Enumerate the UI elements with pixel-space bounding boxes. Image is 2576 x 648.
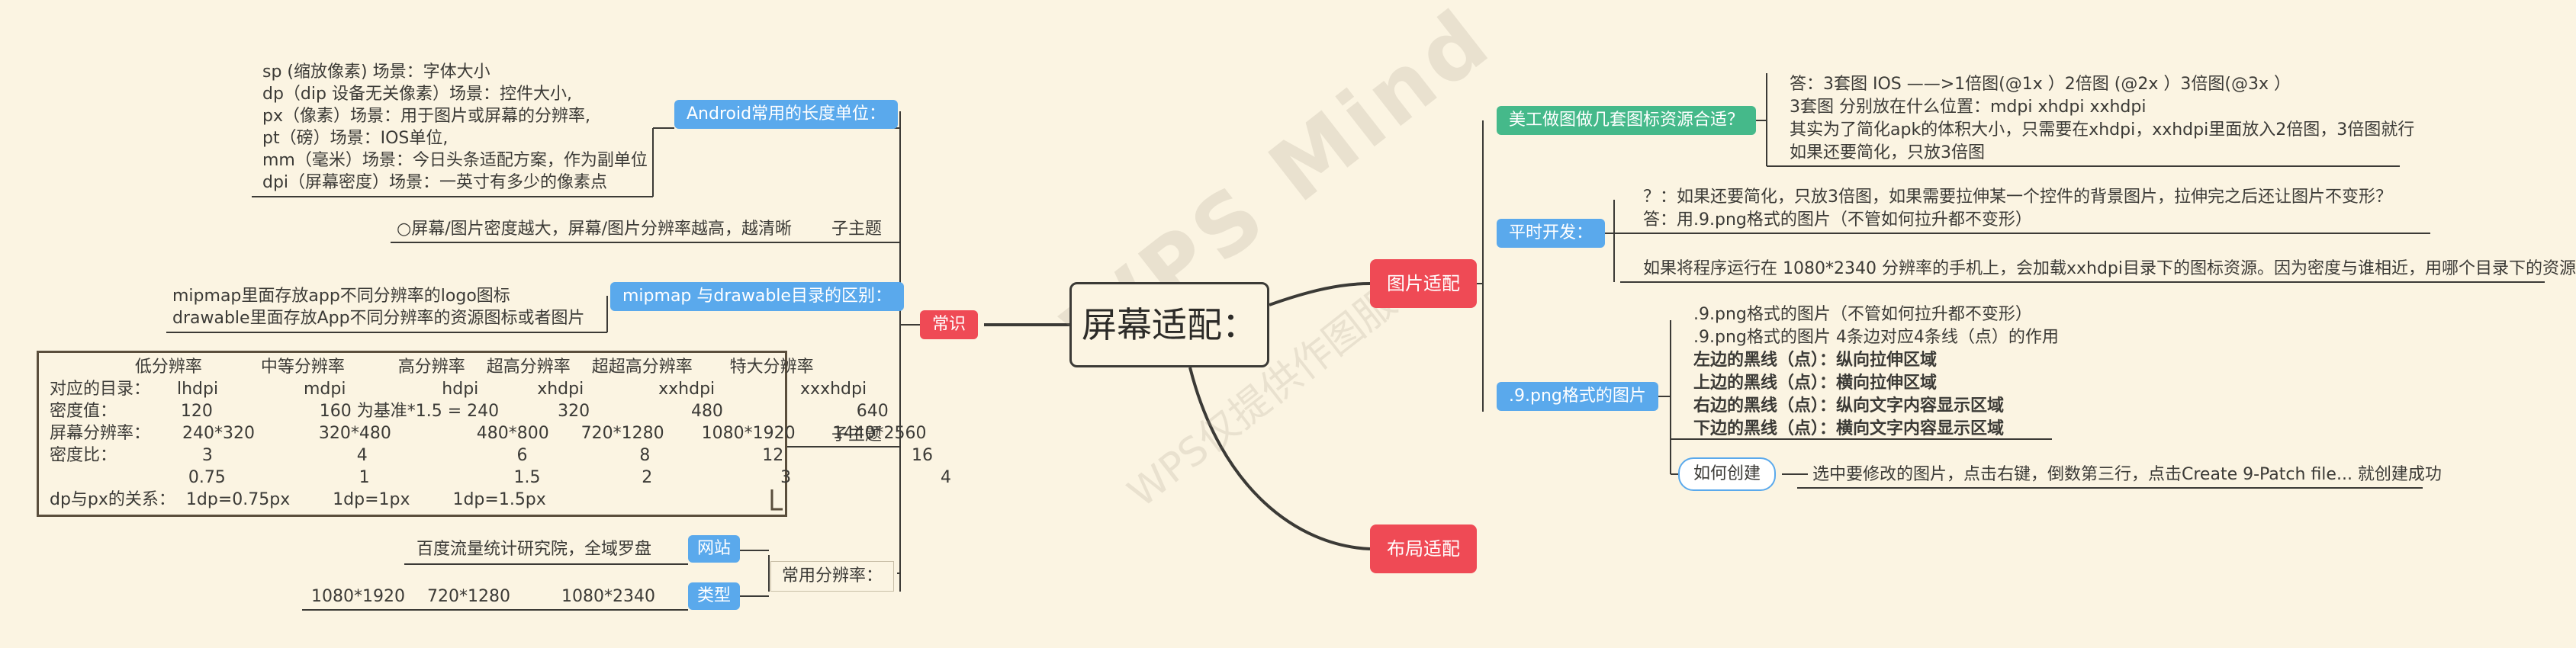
mipmap-line: mipmap里面存放app不同分辨率的logo图标	[172, 287, 510, 306]
length-unit-line: dpi（屏幕密度）场景：一英寸有多少的像素点	[262, 173, 608, 192]
topic-ninepatch[interactable]: .9.png格式的图片	[1497, 382, 1658, 411]
central-topic[interactable]: 屏幕适配：	[1069, 282, 1269, 367]
length-unit-line: pt（磅）场景：IOS单位,	[262, 129, 449, 148]
length-unit-line: mm（毫米）场景：今日头条适配方案，作为副单位	[262, 151, 648, 170]
subtopic-label[interactable]: 子主题	[831, 424, 882, 446]
website-value: 百度流量统计研究院，全域罗盘	[416, 540, 652, 559]
ninepatch-line: .9.png格式的图片 4条边对应4条线（点）的作用	[1693, 328, 2059, 347]
branch-changshi[interactable]: 常识	[920, 310, 979, 339]
branch-buju[interactable]: 布局适配	[1370, 524, 1477, 573]
table-row: 低分辨率 中等分辨率 高分辨率 超高分辨率 超超高分辨率 特大分辨率	[50, 358, 814, 377]
topic-mipmap[interactable]: mipmap 与drawable目录的区别：	[610, 282, 904, 311]
daily-dev-line: ？：如果还要简化，只放3倍图，如果需要拉伸某一个控件的背景图片，拉伸完之后还让图…	[1643, 188, 2393, 207]
table-row: 密度比： 3 4 6 8 12 16	[50, 446, 934, 465]
type-value: 720*1280	[427, 587, 510, 606]
topic-how-to-create[interactable]: 如何创建	[1678, 457, 1777, 491]
how-to-create-text: 选中要修改的图片，点击右键，倒数第三行，点击Create 9-Patch fil…	[1812, 465, 2442, 484]
length-unit-line: dp（dip 设备无关像素）场景：控件大小,	[262, 85, 572, 104]
table-row: 对应的目录： lhdpi mdpi hdpi xhdpi xxhdpi xxxh…	[50, 380, 867, 399]
length-unit-line: sp (缩放像素) 场景：字体大小	[262, 63, 490, 82]
website-tag[interactable]: 网站	[688, 535, 741, 563]
icon-sets-line: 其实为了简化apk的体积大小，只需要在xhdpi，xxhdpi里面放入2倍图，3…	[1790, 120, 2415, 140]
daily-dev-line: 答：用.9.png格式的图片（不管如何拉升都不变形）	[1643, 210, 2032, 229]
ninepatch-edge-line: 上边的黑线（点）：横向拉伸区域	[1693, 374, 1938, 393]
table-row: 0.75 1 1.5 2 3 4	[50, 468, 951, 487]
resolution-table: 低分辨率 中等分辨率 高分辨率 超高分辨率 超超高分辨率 特大分辨率 对应的目录…	[37, 351, 951, 517]
mind-map-canvas: WPS Mind WPS仅提供作图服务 屏幕适配： 常识 图片适配 布局适配 A…	[0, 0, 2576, 648]
length-unit-line: px（像素）场景：用于图片或屏幕的分辨率,	[262, 107, 590, 126]
type-value: 1080*2340	[561, 587, 655, 606]
type-value: 1080*1920	[311, 587, 405, 606]
daily-dev-note: 如果将程序运行在 1080*2340 分辨率的手机上，会加载xxhdpi目录下的…	[1643, 259, 2576, 278]
branch-tupian[interactable]: 图片适配	[1370, 259, 1477, 308]
icon-sets-line: 如果还要简化，只放3倍图	[1790, 143, 1985, 162]
icon-sets-line: 3套图 分别放在什么位置：mdpi xhdpi xxhdpi	[1790, 98, 2147, 117]
ninepatch-edge-line: 右边的黑线（点）：纵向文字内容显示区域	[1693, 396, 2005, 415]
topic-length-units[interactable]: Android常用的长度单位：	[674, 100, 899, 129]
mipmap-line: drawable里面存放App不同分辨率的资源图标或者图片	[172, 309, 585, 328]
density-note: ○屏幕/图片密度越大，屏幕/图片分辨率越高，越清晰	[397, 220, 793, 239]
topic-common-resolution[interactable]: 常用分辨率：	[770, 561, 895, 592]
ninepatch-line: .9.png格式的图片（不管如何拉升都不变形）	[1693, 305, 2032, 324]
ninepatch-edge-line: 左边的黑线（点）：纵向拉伸区域	[1693, 351, 1938, 370]
table-row: dp与px的关系： 1dp=0.75px 1dp=1px 1dp=1.5px	[50, 490, 546, 509]
table-row: 屏幕分辨率： 240*320 320*480 480*800 720*1280 …	[50, 424, 927, 443]
table-corner-mark	[770, 489, 783, 511]
type-tag[interactable]: 类型	[688, 582, 741, 610]
topic-icon-sets[interactable]: 美工做图做几套图标资源合适？	[1497, 106, 1757, 135]
topic-daily-dev[interactable]: 平时开发：	[1497, 219, 1606, 248]
icon-sets-line: 答：3套图 IOS ——>1倍图(@1x ）2倍图 (@2x ）3倍图(@3x …	[1790, 75, 2291, 94]
ninepatch-edge-line: 下边的黑线（点）：横向文字内容显示区域	[1693, 419, 2005, 438]
subtopic-label[interactable]: 子主题	[831, 218, 882, 240]
table-row: 密度值： 120 160 为基准*1.5 = 240 320 480 640	[50, 402, 889, 421]
